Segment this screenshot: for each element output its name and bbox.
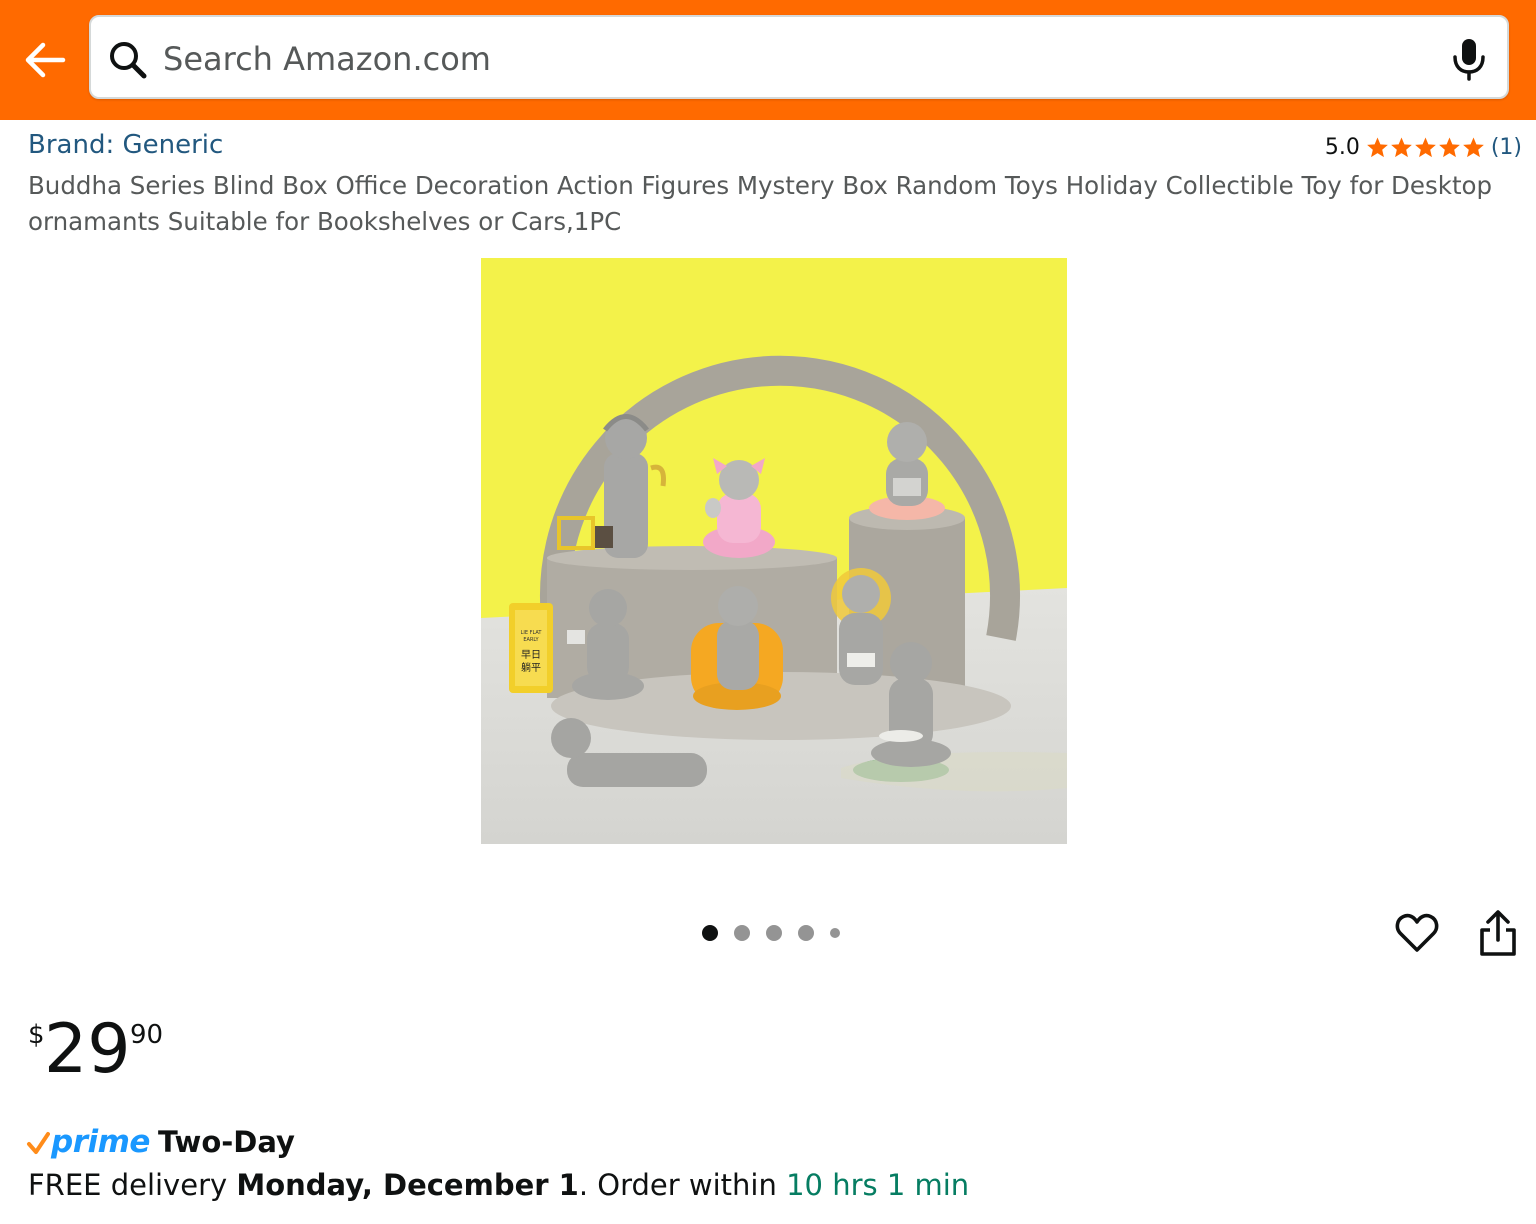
- prime-logo: prime: [51, 1124, 150, 1160]
- back-button[interactable]: [20, 34, 70, 86]
- brand-link[interactable]: Brand: Generic: [28, 130, 223, 160]
- prime-badge: prime Two-Day: [26, 1120, 295, 1164]
- svg-text:早日: 早日: [521, 649, 541, 661]
- product-title: Buddha Series Blind Box Office Decoratio…: [28, 171, 1493, 236]
- price-symbol: $: [28, 1020, 45, 1050]
- star-icon: [1366, 136, 1388, 157]
- delivery-countdown: 10 hrs 1 min: [786, 1168, 970, 1202]
- microphone-icon[interactable]: [1451, 37, 1487, 81]
- delivery-prefix: FREE delivery: [28, 1168, 237, 1202]
- price-whole: 29: [44, 1010, 131, 1089]
- star-rating: [1366, 136, 1485, 159]
- star-icon: [1438, 136, 1460, 157]
- svg-text:LIE FLAT: LIE FLAT: [521, 630, 543, 636]
- carousel-dot[interactable]: [734, 925, 750, 941]
- price-fraction: 90: [130, 1020, 164, 1050]
- search-bar[interactable]: [89, 15, 1509, 99]
- carousel-dot[interactable]: [766, 925, 782, 941]
- prime-speed: Two-Day: [157, 1125, 295, 1159]
- rating-summary[interactable]: 5.0 (1): [1325, 130, 1522, 164]
- star-icon: [1390, 136, 1412, 157]
- image-carousel-indicator[interactable]: [702, 925, 840, 941]
- top-header: [0, 0, 1536, 120]
- carousel-dot[interactable]: [702, 925, 718, 941]
- delivery-middle: . Order within: [578, 1168, 787, 1202]
- prime-check-icon: [27, 1132, 50, 1154]
- search-icon: [110, 42, 147, 79]
- product-image[interactable]: LIE FLAT EARLY 早日 躺平: [481, 258, 1067, 844]
- rating-value: 5.0: [1324, 134, 1360, 160]
- rating-count[interactable]: (1): [1491, 135, 1522, 160]
- carousel-dot[interactable]: [798, 925, 814, 941]
- back-arrow-icon: [25, 42, 66, 78]
- delivery-date: Monday, December 1: [236, 1168, 579, 1202]
- star-icon: [1414, 136, 1436, 157]
- carousel-dot[interactable]: [830, 928, 840, 938]
- share-icon[interactable]: [1476, 908, 1520, 958]
- heart-icon[interactable]: [1394, 910, 1440, 956]
- svg-text:躺平: 躺平: [521, 661, 541, 674]
- svg-text:EARLY: EARLY: [523, 637, 539, 643]
- delivery-message: FREE delivery Monday, December 1. Order …: [28, 1168, 969, 1202]
- search-input[interactable]: [163, 31, 1433, 87]
- star-icon: [1462, 136, 1484, 157]
- product-photo: LIE FLAT EARLY 早日 躺平: [481, 258, 1067, 844]
